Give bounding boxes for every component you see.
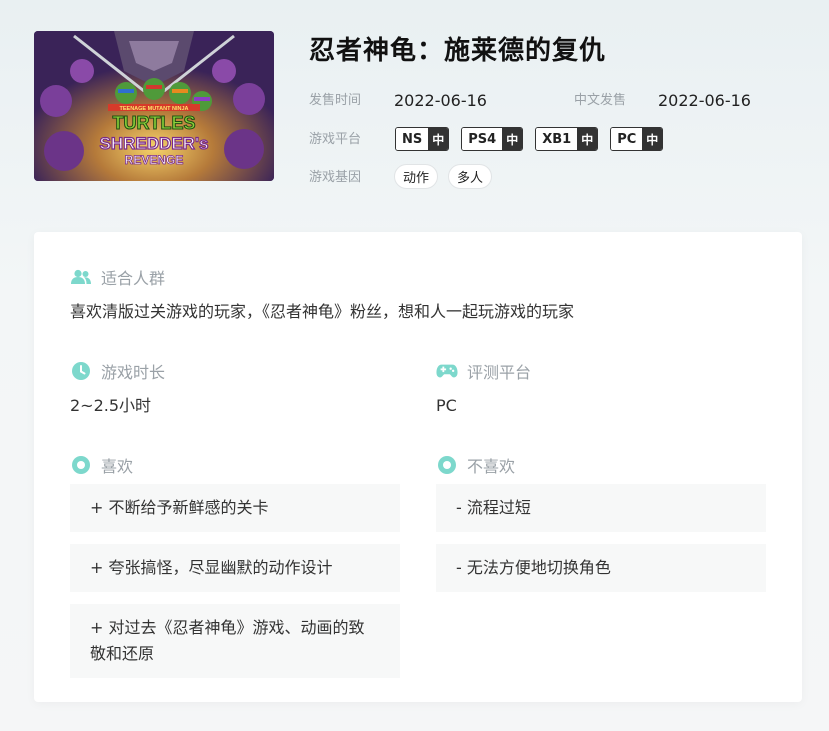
platform-name: XB1 [536, 128, 578, 150]
cover-logo-line3: SHREDDER's [100, 134, 209, 153]
likes-title: 喜欢 [101, 457, 134, 476]
platform-name: PC [611, 128, 643, 150]
audience-text: 喜欢清版过关游戏的玩家，《忍者神龟》粉丝，想和人一起玩游戏的玩家 [70, 302, 575, 321]
like-item: + 对过去《忍者神龟》游戏、动画的致敬和还原 [70, 604, 400, 678]
duration-text: 2~2.5小时 [70, 396, 152, 415]
chinese-release-value: 2022-06-16 [658, 91, 751, 110]
chinese-support-badge: 中 [577, 128, 598, 150]
cover-logo-line4: REVENGE [125, 153, 184, 167]
gamepad-icon [436, 360, 458, 382]
release-date-label: 发售时间 [309, 93, 362, 108]
gene-chip-multiplayer[interactable]: 多人 [448, 164, 493, 189]
dislike-item: - 流程过短 [436, 484, 766, 532]
like-item: + 夸张搞怪，尽显幽默的动作设计 [70, 544, 400, 592]
clock-icon [70, 360, 92, 382]
circle-icon [70, 454, 92, 476]
gene-tags: 动作 多人 [394, 164, 493, 189]
review-platform-title: 评测平台 [467, 363, 532, 382]
chinese-support-badge: 中 [642, 128, 663, 150]
gene-chip-action[interactable]: 动作 [394, 164, 439, 189]
cover-logo-line2: TURTLES [113, 113, 196, 133]
dislikes-title: 不喜欢 [467, 457, 516, 476]
platform-tag-xb1[interactable]: XB1 中 [535, 127, 599, 151]
platform-label: 游戏平台 [309, 132, 362, 147]
game-title: 忍者神龟：施莱德的复仇 [309, 36, 607, 66]
platform-tag-ns[interactable]: NS 中 [395, 127, 450, 151]
duration-header: 游戏时长 [70, 360, 165, 382]
release-date-value: 2022-06-16 [394, 91, 487, 110]
cover-logo-line1: TEENAGE MUTANT NINJA [120, 106, 189, 112]
like-item: + 不断给予新鲜感的关卡 [70, 484, 400, 532]
chinese-support-badge: 中 [428, 128, 449, 150]
likes-list: + 不断给予新鲜感的关卡 + 夸张搞怪，尽显幽默的动作设计 + 对过去《忍者神龟… [70, 484, 400, 678]
dislikes-list: - 流程过短 - 无法方便地切换角色 [436, 484, 766, 592]
cover-art: TEENAGE MUTANT NINJA TURTLES SHREDDER's … [34, 31, 274, 181]
platform-name: PS4 [462, 128, 503, 150]
circle-icon [436, 454, 458, 476]
gene-label: 游戏基因 [309, 170, 362, 185]
people-icon [70, 266, 92, 288]
review-platform-text: PC [436, 396, 457, 415]
audience-header: 适合人群 [70, 266, 165, 288]
platform-tag-pc[interactable]: PC 中 [610, 127, 664, 151]
platform-name: NS [396, 128, 429, 150]
duration-title: 游戏时长 [101, 363, 166, 382]
platform-tag-ps4[interactable]: PS4 中 [461, 127, 524, 151]
dislikes-header: 不喜欢 [436, 454, 515, 476]
dislike-item: - 无法方便地切换角色 [436, 544, 766, 592]
chinese-release-label: 中文发售 [574, 93, 627, 108]
review-platform-header: 评测平台 [436, 360, 531, 382]
review-summary-card: 适合人群 喜欢清版过关游戏的玩家，《忍者神龟》粉丝，想和人一起玩游戏的玩家 游戏… [34, 232, 802, 702]
audience-title: 适合人群 [101, 269, 166, 288]
game-cover-image[interactable]: TEENAGE MUTANT NINJA TURTLES SHREDDER's … [34, 31, 274, 181]
platform-tags: NS 中 PS4 中 XB1 中 PC 中 [395, 127, 664, 151]
chinese-support-badge: 中 [502, 128, 523, 150]
likes-header: 喜欢 [70, 454, 133, 476]
